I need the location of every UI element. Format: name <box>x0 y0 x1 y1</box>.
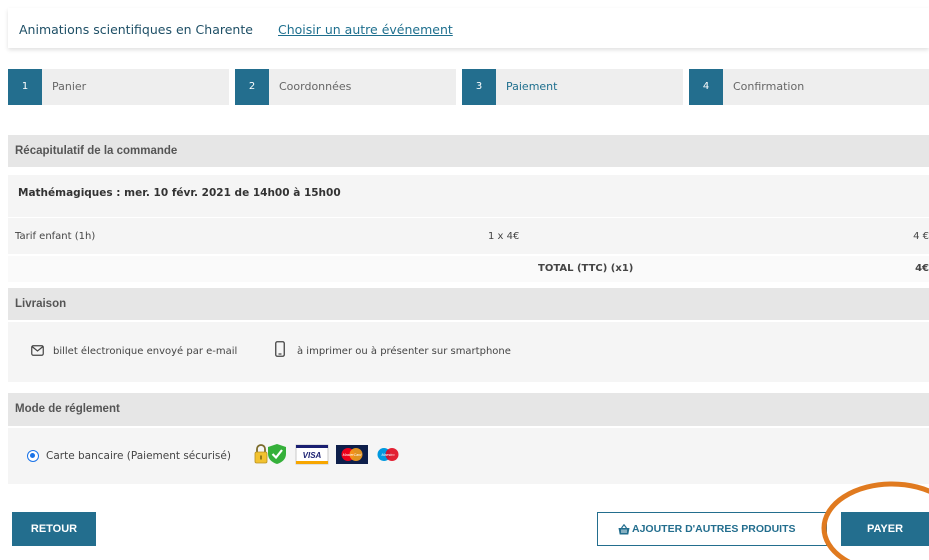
highlight-circle <box>821 481 929 560</box>
summary-heading: Récapitulatif de la commande <box>8 135 929 167</box>
step-cart[interactable]: 1 Panier <box>8 69 229 105</box>
shield-check-icon <box>268 444 286 464</box>
add-products-button[interactable]: AJOUTER D'AUTRES PRODUITS <box>597 512 827 546</box>
delivery-options: billet électronique envoyé par e-mail à … <box>8 322 929 382</box>
step-label: Coordonnées <box>279 80 352 93</box>
padlock-icon <box>254 444 268 464</box>
order-line-row: Tarif enfant (1h) 1 x 4€ 4 € <box>8 218 929 254</box>
email-delivery-label: billet électronique envoyé par e-mail <box>53 346 238 357</box>
step-payment: 3 Paiement <box>462 69 683 105</box>
back-button[interactable]: RETOUR <box>12 512 96 546</box>
payment-logos: VISA MasterCard Maestro <box>254 444 399 465</box>
event-header: Animations scientifiques en Charente Cho… <box>8 8 929 48</box>
step-number: 1 <box>8 69 42 105</box>
mastercard-logo: MasterCard <box>336 445 368 464</box>
envelope-icon <box>31 345 44 356</box>
maestro-logo: Maestro <box>377 448 399 461</box>
step-number: 3 <box>462 69 496 105</box>
visa-logo: VISA <box>295 444 329 465</box>
event-name: Mathémagiques : mer. 10 févr. 2021 de 14… <box>8 175 929 217</box>
total-label: TOTAL (TTC) (x1) <box>538 263 634 274</box>
add-products-label: AJOUTER D'AUTRES PRODUITS <box>632 523 796 535</box>
checkout-steps: 1 Panier 2 Coordonnées 3 Paiement 4 Conf… <box>8 69 929 105</box>
step-label: Confirmation <box>733 80 805 93</box>
card-payment-label[interactable]: Carte bancaire (Paiement sécurisé) <box>46 450 231 462</box>
visa-logo-text: VISA <box>303 451 322 460</box>
line-amount: 4 € <box>913 231 929 242</box>
payment-heading: Mode de réglement <box>8 393 929 426</box>
step-label: Paiement <box>506 80 558 93</box>
card-payment-radio[interactable] <box>27 450 39 462</box>
total-value: 4€ <box>915 263 929 274</box>
total-row: TOTAL (TTC) (x1) 4€ <box>8 256 929 282</box>
step-confirmation: 4 Confirmation <box>689 69 929 105</box>
event-title: Animations scientifiques en Charente <box>19 22 253 37</box>
basket-icon <box>618 524 630 535</box>
step-number: 2 <box>235 69 269 105</box>
tariff-label: Tarif enfant (1h) <box>15 231 96 242</box>
step-number: 4 <box>689 69 723 105</box>
mastercard-logo-text: MasterCard <box>343 453 363 457</box>
delivery-heading: Livraison <box>8 288 929 320</box>
quantity-price: 1 x 4€ <box>488 231 520 242</box>
maestro-logo-text: Maestro <box>382 453 395 457</box>
change-event-link[interactable]: Choisir un autre événement <box>278 22 453 37</box>
smartphone-delivery-label: à imprimer ou à présenter sur smartphone <box>297 346 511 357</box>
step-label: Panier <box>52 80 87 93</box>
smartphone-icon <box>275 341 285 357</box>
step-details[interactable]: 2 Coordonnées <box>235 69 456 105</box>
